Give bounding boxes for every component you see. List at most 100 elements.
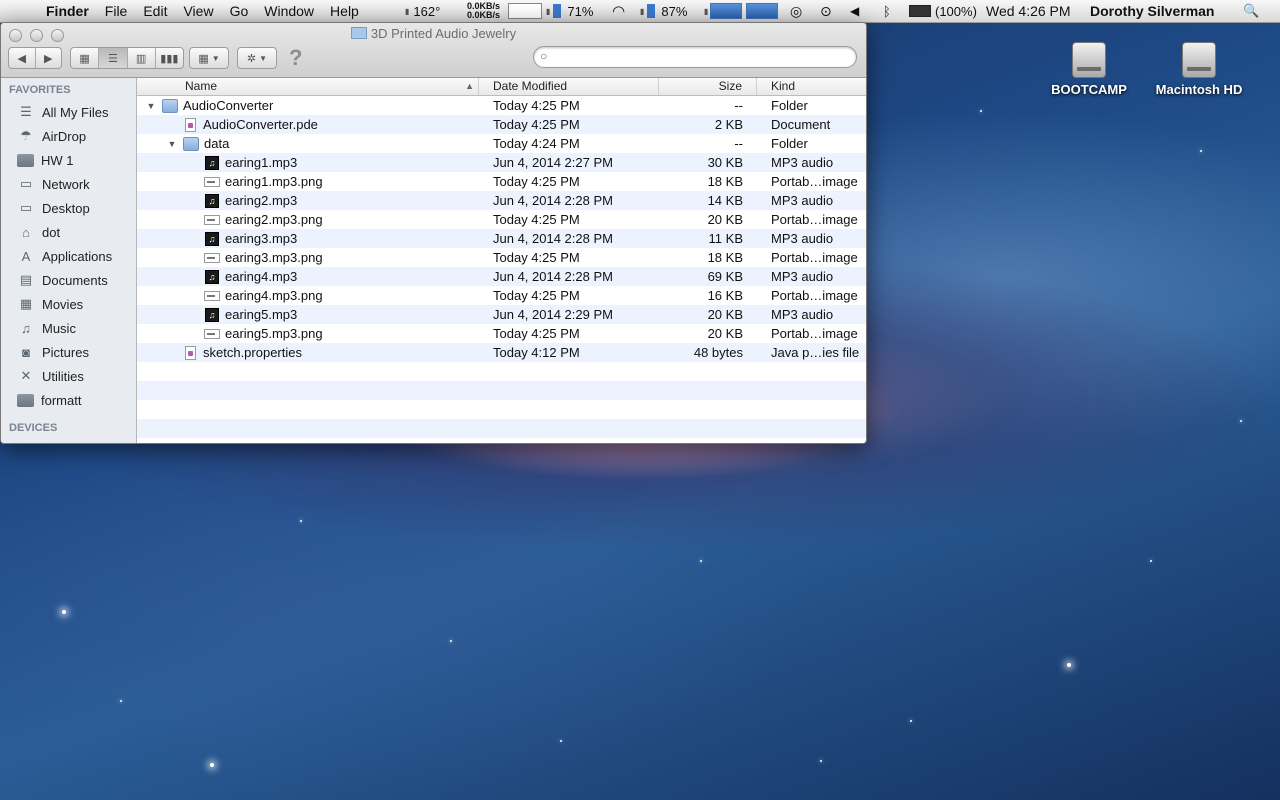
back-button[interactable]: ◀ — [9, 48, 36, 68]
desktop-icon-bootcamp[interactable]: BOOTCAMP — [1034, 42, 1144, 97]
sync-icon[interactable]: ⊙ — [820, 0, 832, 22]
file-kind: Portab…image — [771, 174, 858, 189]
list-view-button[interactable]: ☰ — [99, 48, 128, 68]
file-row[interactable]: ♫ earing5.mp3 Jun 4, 2014 2:29 PM 20 KB MP3 … — [137, 305, 866, 324]
file-row[interactable]: ♫ earing4.mp3 Jun 4, 2014 2:28 PM 69 KB MP3 … — [137, 267, 866, 286]
documents-icon: ▤ — [19, 272, 33, 287]
column-header-kind[interactable]: Kind — [757, 78, 866, 95]
battery-small-status[interactable]: ▮ 87% — [640, 0, 687, 22]
window-title-text: 3D Printed Audio Jewelry — [370, 26, 517, 41]
forward-button[interactable]: ▶ — [36, 48, 62, 68]
file-name: AudioConverter.pde — [203, 117, 318, 132]
menu-finder[interactable]: Finder — [32, 3, 97, 19]
menu-window[interactable]: Window — [256, 3, 322, 19]
search-input[interactable]: ○ — [533, 46, 857, 68]
sidebar-item-airdrop[interactable]: ☂ AirDrop — [1, 124, 136, 148]
sidebar-item-applications[interactable]: A Applications — [1, 244, 136, 268]
sidebar-item-label: formatt — [41, 392, 82, 408]
bluetooth-icon[interactable]: ᛒ — [883, 0, 891, 22]
arrange-button[interactable]: ▦ ▼ — [189, 47, 229, 69]
file-kind: MP3 audio — [771, 193, 834, 208]
menu-edit[interactable]: Edit — [135, 3, 175, 19]
sidebar-item-label: Music — [42, 320, 76, 336]
time-machine-icon[interactable]: ◎ — [790, 0, 802, 22]
file-date: Today 4:25 PM — [493, 98, 580, 113]
image-file-icon — [204, 290, 220, 301]
star — [980, 110, 982, 112]
star — [1240, 420, 1242, 422]
disclosure-triangle-icon[interactable]: ▼ — [166, 139, 178, 149]
disclosure-triangle-icon[interactable]: ▼ — [145, 101, 157, 111]
file-row[interactable]: ♫ earing2.mp3 Jun 4, 2014 2:28 PM 14 KB MP3 … — [137, 191, 866, 210]
clock-text: Wed 4:26 PM — [986, 3, 1071, 19]
file-row[interactable]: ▼ data Today 4:24 PM -- Folder — [137, 134, 866, 153]
file-row[interactable]: earing2.mp3.png Today 4:25 PM 20 KB Portab…… — [137, 210, 866, 229]
temperature-status[interactable]: ▮ 162° — [405, 0, 440, 22]
file-date: Today 4:25 PM — [493, 288, 580, 303]
file-name: earing2.mp3 — [225, 193, 298, 208]
file-row[interactable]: earing1.mp3.png Today 4:25 PM 18 KB Portab…… — [137, 172, 866, 191]
file-kind: MP3 audio — [771, 269, 834, 284]
folder-icon — [17, 393, 34, 407]
sidebar-item-music[interactable]: ♫ Music — [1, 316, 136, 340]
sidebar-item-network[interactable]: ▭ Network — [1, 172, 136, 196]
file-kind: MP3 audio — [771, 155, 834, 170]
file-size: 14 KB — [707, 193, 743, 208]
sidebar-item-hw-1[interactable]: HW 1 — [1, 148, 136, 172]
empty-row — [137, 362, 866, 381]
file-name: AudioConverter — [183, 98, 274, 113]
sidebar-item-formatt[interactable]: formatt — [1, 388, 136, 412]
hard-drive-icon — [1072, 42, 1106, 78]
sidebar-item-pictures[interactable]: ◙ Pictures — [1, 340, 136, 364]
spotlight-search-icon[interactable]: 🔍 — [1243, 0, 1259, 22]
wifi-icon[interactable]: ◠ — [612, 0, 625, 22]
list-icon: ☰ — [107, 52, 118, 65]
file-row[interactable]: ▼ AudioConverter Today 4:25 PM -- Folder — [137, 96, 866, 115]
column-header-size[interactable]: Size — [659, 78, 757, 95]
network-graph-icon — [508, 3, 542, 19]
folder-icon — [17, 153, 34, 167]
finder-window: 3D Printed Audio Jewelry ◀ ▶ ▦ ☰ ▥ ▮▮▮ ▦… — [0, 22, 867, 444]
network-graph — [508, 0, 542, 22]
file-size: 16 KB — [707, 288, 743, 303]
cpu-graph[interactable]: ▮ — [704, 0, 779, 22]
battery-status[interactable]: (100%) — [909, 0, 977, 22]
sidebar-item-desktop[interactable]: ▭ Desktop — [1, 196, 136, 220]
column-view-button[interactable]: ▥ — [128, 48, 156, 68]
file-row[interactable]: ♫ earing1.mp3 Jun 4, 2014 2:27 PM 30 KB MP3 … — [137, 153, 866, 172]
file-row[interactable]: sketch.properties Today 4:12 PM 48 bytes Ja… — [137, 343, 866, 362]
sidebar-item-all-my-files[interactable]: ☰ All My Files — [1, 100, 136, 124]
desktop-icon-macintosh-hd[interactable]: Macintosh HD — [1144, 42, 1254, 97]
cover-flow-button[interactable]: ▮▮▮ — [156, 48, 183, 68]
menu-view[interactable]: View — [175, 3, 221, 19]
desktop-icon-label: BOOTCAMP — [1051, 82, 1127, 97]
menu-go[interactable]: Go — [222, 3, 257, 19]
sidebar-item-documents[interactable]: ▤ Documents — [1, 268, 136, 292]
sidebar-item-utilities[interactable]: ✕ Utilities — [1, 364, 136, 388]
sidebar-item-movies[interactable]: ▦ Movies — [1, 292, 136, 316]
file-kind: Portab…image — [771, 212, 858, 227]
file-kind: Document — [771, 117, 831, 132]
memory-status[interactable]: ▮ 71% — [546, 0, 593, 22]
action-button[interactable]: ✲ ▼ — [237, 47, 277, 69]
sidebar-item-dot[interactable]: ⌂ dot — [1, 220, 136, 244]
volume-icon[interactable]: ◀ — [850, 0, 859, 22]
column-header-date[interactable]: Date Modified — [479, 78, 659, 95]
icon-view-button[interactable]: ▦ — [71, 48, 100, 68]
file-row[interactable]: earing3.mp3.png Today 4:25 PM 18 KB Portab…… — [137, 248, 866, 267]
menu-help[interactable]: Help — [322, 3, 367, 19]
network-status[interactable]: 0.0KB/s 0.0KB/s — [467, 0, 500, 22]
menu-file[interactable]: File — [97, 3, 136, 19]
file-row[interactable]: AudioConverter.pde Today 4:25 PM 2 KB Docum… — [137, 115, 866, 134]
all-files-icon: ☰ — [20, 104, 32, 119]
file-row[interactable]: earing4.mp3.png Today 4:25 PM 16 KB Portab…… — [137, 286, 866, 305]
clock[interactable]: Wed 4:26 PM — [986, 0, 1071, 22]
help-icon[interactable]: ? — [289, 45, 302, 71]
columns-icon: ▥ — [135, 52, 147, 65]
file-row[interactable]: earing5.mp3.png Today 4:25 PM 20 KB Portab…… — [137, 324, 866, 343]
file-row[interactable]: ♫ earing3.mp3 Jun 4, 2014 2:28 PM 11 KB MP3 … — [137, 229, 866, 248]
user-menu[interactable]: Dorothy Silverman — [1090, 0, 1214, 22]
star — [1200, 150, 1202, 152]
column-header-name[interactable]: Name ▲ — [137, 78, 479, 95]
file-size: 48 bytes — [693, 345, 743, 360]
